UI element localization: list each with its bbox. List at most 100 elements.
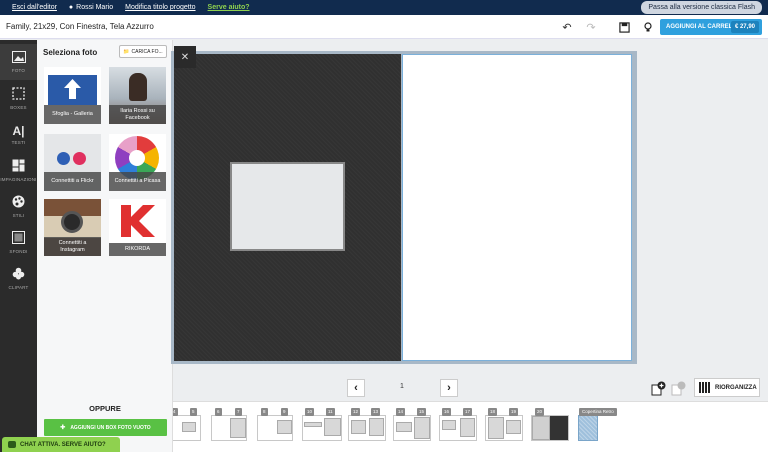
add-empty-box-button[interactable]: ✚ AGGIUNGI UN BOX FOTO VUOTO [44,419,167,436]
page-num-badge: 15 [417,408,427,416]
remove-page-icon[interactable] [669,379,687,397]
reorganize-label: RIORGANIZZA [715,384,757,391]
thumb-pages-6-7[interactable] [211,415,247,441]
source-label: Ilaria Rossi su Facebook [109,105,166,124]
page-num-badge: 10 [305,408,315,416]
image-icon [11,51,26,66]
page-num-badge: 19 [509,408,519,416]
page-num-badge: 14 [396,408,406,416]
chevron-right-icon: › [447,382,451,394]
page-number: 1 [400,383,404,390]
tool-rail: FOTO BOXES A| TESTI IMPAGINAZIONI STILI … [0,40,37,452]
grid-icon [699,382,710,393]
folder-icon: 📁 [123,48,130,55]
page-num-badge: 20 [535,408,545,416]
thumb-pages-12-13[interactable] [348,415,386,441]
thumb-pages-16-17[interactable] [439,415,477,441]
chat-bubble-icon [8,441,16,448]
help-link[interactable]: Serve aiuto? [208,4,250,11]
rikorda-logo [119,203,157,244]
chat-button[interactable]: CHAT ATTIVA. SERVE AIUTO? [2,437,120,452]
rail-label: TESTI [11,139,26,145]
thumb-pages-8-9[interactable] [257,415,293,441]
page-num-badge: 17 [463,408,473,416]
thumb-pages-14-15[interactable] [393,415,431,441]
source-label: RIKORDA [109,243,166,256]
rail-label: BOXES [10,104,27,110]
user-menu[interactable]: ● Rossi Mario [69,4,113,11]
close-panel-icon[interactable]: ✕ [174,46,196,68]
rail-item-sfondi[interactable]: SFONDI [0,224,37,260]
page-num-badge: 9 [281,408,288,416]
thumb-page-20[interactable] [531,415,569,441]
add-box-label: AGGIUNGI UN BOX FOTO VUOTO [70,424,151,431]
add-to-cart-label: AGGIUNGI AL CARRELLO [666,24,741,30]
top-bar: Esci dall'editor ● Rossi Mario Modifica … [0,0,768,15]
source-gallery[interactable]: Sfoglia - Galleria [44,67,101,124]
rail-item-foto[interactable]: FOTO [0,44,37,80]
thumb-pages-4-5[interactable] [173,415,201,441]
palette-icon [12,195,25,211]
or-label: OPPURE [89,404,121,413]
panel-title: Seleziona foto [43,48,98,57]
upload-label: CARICA FO... [131,48,163,55]
rail-label: CLIPART [8,284,29,290]
layout-icon [12,159,25,175]
rail-item-testi[interactable]: A| TESTI [0,116,37,152]
page-num-badge: 5 [190,408,197,416]
rail-item-stili[interactable]: STILI [0,188,37,224]
rail-item-clipart[interactable]: CLIPART [0,260,37,296]
page-right[interactable] [402,54,632,361]
thumb-cover-back[interactable] [578,415,598,441]
user-icon: ● [68,4,74,11]
background-icon [12,230,25,247]
page-filmstrip: 4 5 6 7 8 9 10 11 12 13 14 15 16 17 18 1… [173,401,768,452]
page-num-badge: 13 [371,408,381,416]
rail-item-impaginazioni[interactable]: IMPAGINAZIONI [0,152,37,188]
rail-label: STILI [12,212,25,218]
person-photo [129,73,147,101]
rail-label: FOTO [11,68,26,73]
lightbulb-icon[interactable] [640,19,656,35]
page-num-badge: 12 [351,408,361,416]
redo-icon[interactable]: ↷ [583,19,599,35]
page-num-badge: 4 [173,408,178,416]
source-rikorda[interactable]: RIKORDA [109,199,166,256]
rail-label: IMPAGINAZIONI [0,176,37,182]
save-icon[interactable] [616,19,632,35]
source-label: Connettiti a Instagram [44,237,101,256]
chevron-left-icon: ‹ [354,382,358,394]
rail-label: SFONDI [9,248,28,254]
page-num-badge: 11 [326,408,335,416]
rail-item-boxes[interactable]: BOXES [0,80,37,116]
prev-page-button[interactable]: ‹ [347,379,365,397]
source-flickr[interactable]: Connettiti a Flickr [44,134,101,191]
user-name: Rossi Mario [76,4,114,11]
reorganize-button[interactable]: RIORGANIZZA [694,378,760,397]
upload-arrow-icon [48,75,97,105]
flickr-icon [57,152,70,165]
cover-back-label: Copertina Retro [579,408,617,416]
source-facebook[interactable]: Ilaria Rossi su Facebook [109,67,166,124]
page-num-badge: 7 [235,408,242,416]
plus-icon: ✚ [60,425,66,431]
exit-editor-link[interactable]: Esci dall'editor [12,4,57,11]
photo-window-slot[interactable] [230,162,345,251]
thumb-pages-10-11[interactable] [302,415,342,441]
page-num-badge: 8 [261,408,268,416]
source-label: Sfoglia - Galleria [44,105,101,124]
instagram-icon [61,211,83,233]
upload-photo-button[interactable]: 📁 CARICA FO... [119,45,167,58]
next-page-button[interactable]: › [440,379,458,397]
edit-title-link[interactable]: Modifica titolo progetto [125,4,195,11]
add-to-cart-button[interactable]: AGGIUNGI AL CARRELLO € 27,90 [660,19,762,35]
thumb-pages-18-19[interactable] [485,415,523,441]
title-bar: Family, 21x29, Con Finestra, Tela Azzurr… [0,15,768,39]
page-num-badge: 18 [488,408,498,416]
add-page-icon[interactable] [649,379,667,397]
source-instagram[interactable]: Connettiti a Instagram [44,199,101,256]
source-picasa[interactable]: Connettiti a Picasa [109,134,166,191]
flash-version-button[interactable]: Passa alla versione classica Flash [641,1,762,14]
page-num-badge: 16 [442,408,452,416]
undo-icon[interactable]: ↶ [559,19,575,35]
